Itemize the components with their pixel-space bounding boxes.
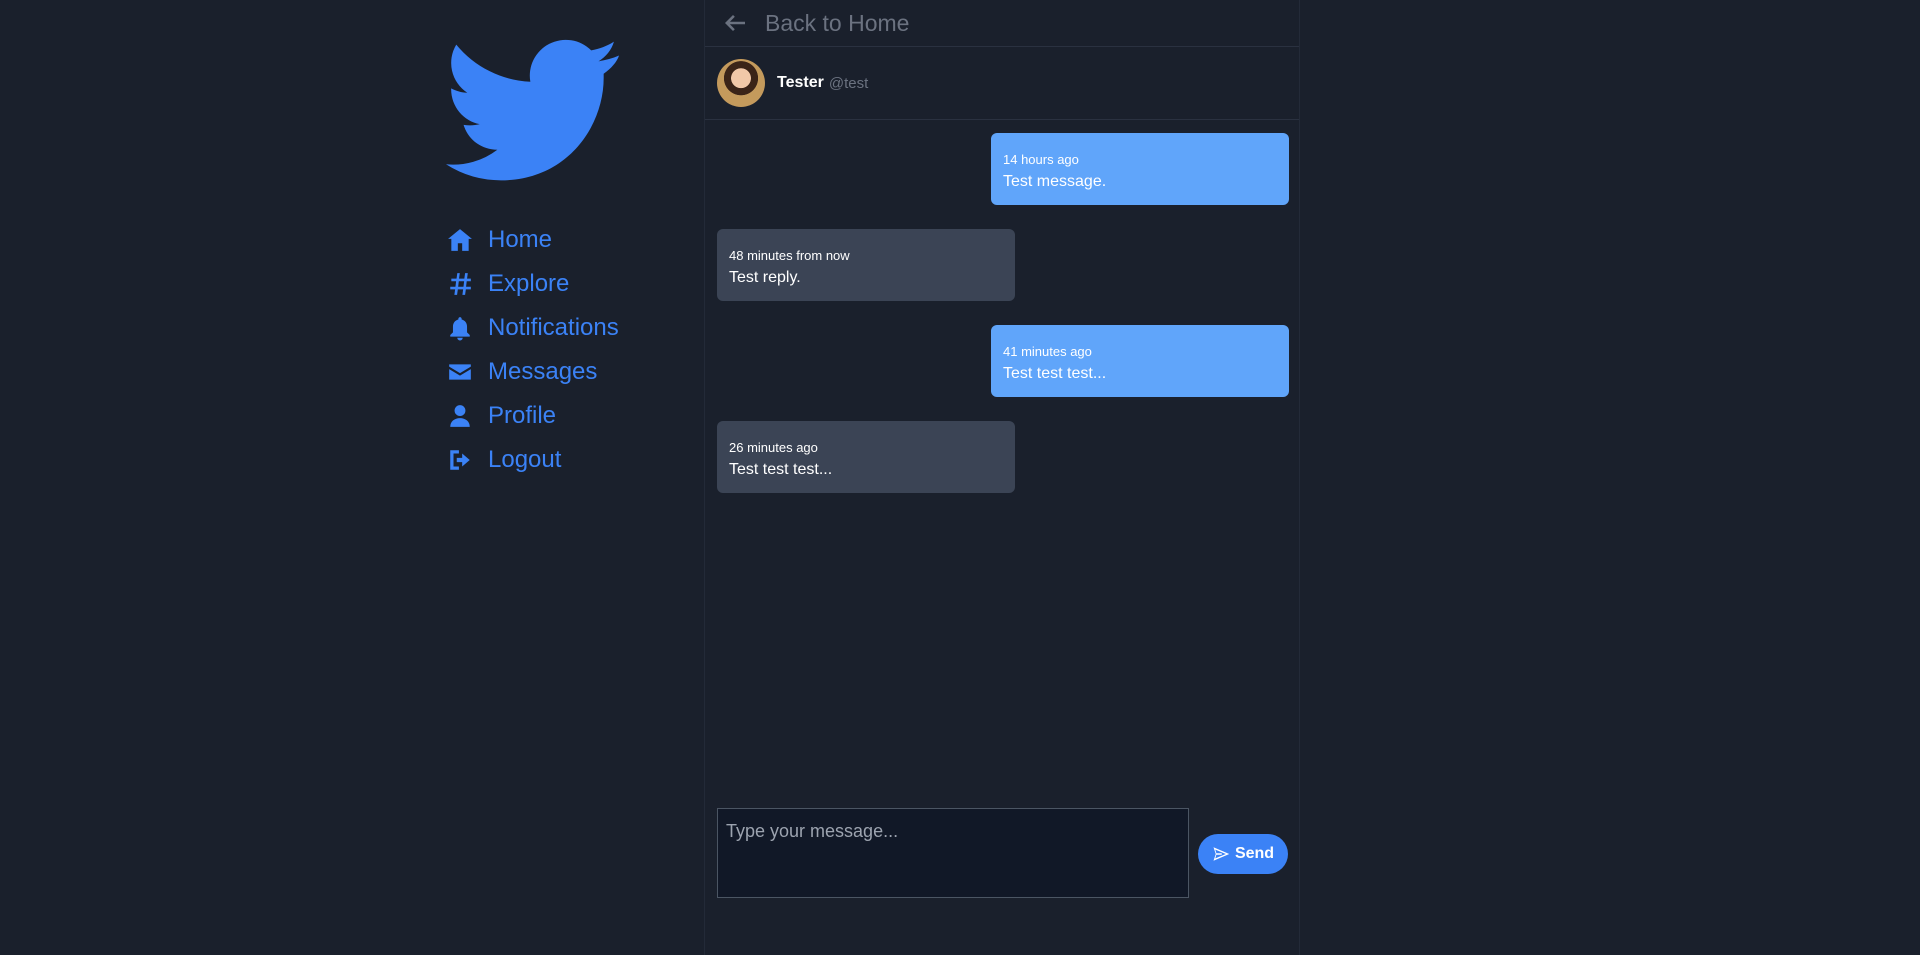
twitter-bird-icon[interactable]	[446, 38, 622, 184]
send-label: Send	[1234, 845, 1275, 862]
nav-item-explore[interactable]: Explore	[446, 262, 619, 306]
send-button[interactable]: Send	[1198, 834, 1288, 874]
message-bubble-received: 26 minutes ago Test test test...	[717, 421, 1015, 493]
back-label: Back to Home	[765, 9, 910, 36]
logout-icon	[446, 446, 474, 474]
nav-item-label: Logout	[488, 446, 562, 473]
envelope-icon	[446, 358, 474, 386]
message-bubble-sent: 41 minutes ago Test test test...	[991, 325, 1289, 397]
message-bubble-sent: 14 hours ago Test message.	[991, 133, 1289, 205]
arrow-left-icon	[723, 11, 747, 35]
message-text: Test test test...	[1003, 365, 1107, 382]
message-time: 14 hours ago	[1003, 152, 1079, 167]
user-handle: @test	[828, 74, 869, 92]
nav-item-logout[interactable]: Logout	[446, 438, 619, 482]
nav-item-label: Notifications	[488, 314, 619, 341]
message-time: 26 minutes ago	[729, 440, 818, 455]
nav-item-profile[interactable]: Profile	[446, 394, 619, 438]
message-bubble-received: 48 minutes from now Test reply.	[717, 229, 1015, 301]
user-icon	[446, 402, 474, 430]
message-text: Test test test...	[729, 461, 833, 478]
message-time: 48 minutes from now	[729, 248, 850, 263]
user-name: Tester	[777, 74, 824, 91]
message-input[interactable]	[717, 808, 1189, 898]
nav-item-notifications[interactable]: Notifications	[446, 306, 619, 350]
nav-item-label: Explore	[488, 270, 570, 297]
nav-item-label: Profile	[488, 402, 557, 429]
nav-item-home[interactable]: Home	[446, 218, 619, 262]
avatar[interactable]	[717, 59, 765, 107]
nav-item-label: Home	[488, 226, 553, 253]
home-icon	[446, 226, 474, 254]
back-to-home-link[interactable]: Back to Home	[705, 0, 1299, 47]
main-nav: Home Explore Notifications Messages Prof…	[446, 218, 619, 482]
nav-item-label: Messages	[488, 358, 598, 385]
bell-icon	[446, 314, 474, 342]
message-composer: Send	[717, 808, 1291, 898]
chat-panel: Back to Home Tester @test 14 hours ago T…	[704, 0, 1300, 955]
hashtag-icon	[446, 270, 474, 298]
send-icon	[1212, 845, 1230, 863]
message-text: Test message.	[1003, 173, 1107, 190]
message-text: Test reply.	[729, 269, 801, 286]
message-time: 41 minutes ago	[1003, 344, 1092, 359]
conversation-header: Tester @test	[705, 47, 1299, 120]
nav-item-messages[interactable]: Messages	[446, 350, 619, 394]
